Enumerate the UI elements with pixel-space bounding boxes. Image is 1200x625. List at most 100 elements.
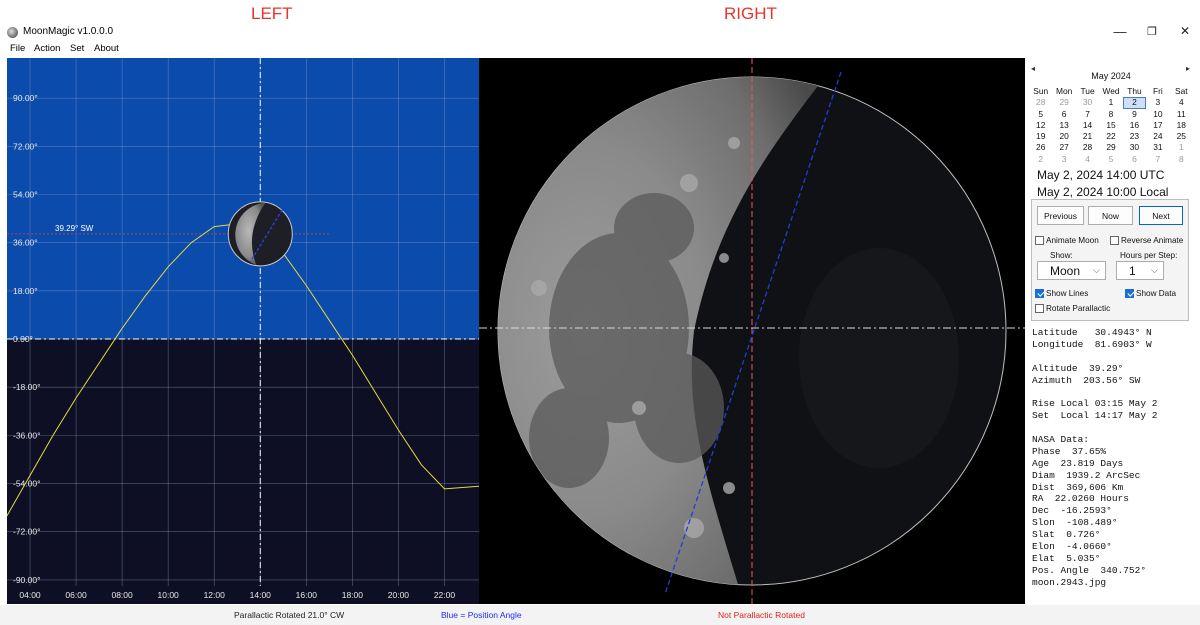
calendar-day[interactable]: 15 [1099,120,1122,131]
calendar-day[interactable]: 24 [1146,131,1169,142]
calendar-day[interactable]: 30 [1076,97,1099,108]
calendar-weekday-header: Sun [1033,86,1049,96]
datetime-local: May 2, 2024 10:00 Local [1037,185,1169,199]
calendar-day[interactable]: 3 [1146,97,1169,108]
calendar-day[interactable]: 10 [1146,109,1169,120]
calendar-day[interactable]: 25 [1170,131,1193,142]
calendar-day[interactable]: 7 [1076,109,1099,120]
moon-image [479,58,1025,604]
moon-view-panel [479,58,1025,604]
x-tick-label: 10:00 [158,590,180,600]
next-button[interactable]: Next [1139,206,1183,225]
lunar-dark-side-maria [799,248,959,468]
menu-set[interactable]: Set [70,43,84,54]
show-lines-checkbox[interactable]: Show Lines [1035,289,1088,298]
chevron-down-icon: ⌵ [1151,265,1158,275]
calendar-day[interactable]: 13 [1052,120,1075,131]
show-data-checkbox[interactable]: Show Data [1125,289,1176,298]
data-line: Azimuth 203.56° SW [1032,374,1141,386]
reverse-animate-checkbox[interactable]: Reverse Animate [1110,236,1183,245]
title-bar: MoonMagic v1.0.0.0 — ❐ ✕ [0,24,1200,41]
calendar-day[interactable]: 23 [1123,131,1146,142]
moon-thumbnail [227,201,293,267]
calendar-day[interactable]: 19 [1029,131,1052,142]
calendar-day[interactable]: 9 [1123,109,1146,120]
y-tick-label: 36.00° [13,238,38,248]
x-tick-label: 08:00 [111,590,133,600]
calendar-day-selected[interactable]: 2 [1122,97,1147,109]
below-horizon-area [7,339,479,604]
above-horizon-area [7,58,479,340]
calendar-weekday-header: Fri [1152,86,1163,96]
menu-file[interactable]: File [10,43,25,54]
hours-per-step-select[interactable]: 1 ⌵ [1116,261,1164,280]
y-tick-label: -54.00° [13,479,41,489]
calendar-day[interactable]: 6 [1123,154,1146,165]
calendar-day[interactable]: 4 [1076,154,1099,165]
calendar-day[interactable]: 29 [1052,97,1075,108]
calendar-day[interactable]: 28 [1029,97,1052,108]
calendar-day[interactable]: 1 [1099,97,1122,108]
calendar-day[interactable]: 31 [1146,142,1169,153]
previous-button[interactable]: Previous [1037,206,1084,225]
data-line: Pos. Angle 340.752° [1032,564,1147,576]
data-line [1032,422,1189,434]
y-tick-label: -90.00° [13,575,41,585]
restore-button[interactable]: ❐ [1142,25,1162,38]
data-line [1032,386,1189,398]
calendar-day[interactable]: 27 [1052,142,1075,153]
calendar-day[interactable]: 28 [1076,142,1099,153]
calendar-day[interactable]: 21 [1076,131,1099,142]
calendar-day[interactable]: 16 [1123,120,1146,131]
calendar-day[interactable]: 29 [1099,142,1122,153]
calendar-day[interactable]: 20 [1052,131,1075,142]
calendar-day[interactable]: 17 [1146,120,1169,131]
calendar-day[interactable]: 18 [1170,120,1193,131]
calendar-day[interactable]: 7 [1146,154,1169,165]
data-line: Altitude 39.29° [1032,362,1124,374]
calendar-grid: Sun Mon Tue Wed Thu Fri Sat 28 29 30 1 2 3 4 5 6 7 8 9 10 11… [1029,86,1193,165]
now-button[interactable]: Now [1088,206,1133,225]
animate-moon-checkbox[interactable]: Animate Moon [1035,236,1099,245]
calendar-day[interactable]: 30 [1123,142,1146,153]
calendar-day[interactable]: 8 [1170,154,1193,165]
calendar-day[interactable]: 6 [1052,109,1075,120]
moon-data-panel: Latitude 30.4943° N Longitude 81.6903° W A… [1031,325,1189,604]
calendar-day[interactable]: 8 [1099,109,1122,120]
calendar-day[interactable]: 4 [1170,97,1193,108]
hours-per-step-label: Hours per Step: [1120,251,1178,260]
show-select[interactable]: Moon ⌵ [1037,261,1106,280]
rotate-parallactic-checkbox[interactable]: Rotate Parallactic [1035,304,1110,313]
calendar-weekday-header: Mon [1055,86,1073,96]
calendar-day[interactable]: 22 [1099,131,1122,142]
data-line [1032,351,1189,363]
calendar-day[interactable]: 1 [1170,142,1193,153]
window-title: MoonMagic v1.0.0.0 [23,26,114,37]
data-line: NASA Data: [1032,434,1090,446]
calendar-day[interactable]: 3 [1052,154,1075,165]
checkbox-unchecked-icon [1035,304,1044,313]
status-parallactic-right: Not Parallactic Rotated [718,610,805,620]
calendar-day[interactable]: 5 [1099,154,1122,165]
x-tick-label: 20:00 [388,590,410,600]
calendar-day[interactable]: 5 [1029,109,1052,120]
calendar-month-title[interactable]: May 2024 [1029,71,1193,81]
data-line: Diam 1939.2 ArcSec [1032,469,1141,481]
calendar-weekday-header: Wed [1102,86,1120,96]
calendar: ◂ ▸ May 2024 Sun Mon Tue Wed Thu Fri Sat 28 29 30… [1029,62,1193,166]
calendar-day[interactable]: 14 [1076,120,1099,131]
calendar-day[interactable]: 12 [1029,120,1052,131]
minimize-button[interactable]: — [1110,24,1130,39]
moon-app-icon [7,27,18,38]
calendar-day[interactable]: 26 [1029,142,1052,153]
show-label: Show: [1050,251,1073,260]
close-button[interactable]: ✕ [1175,24,1195,38]
x-tick-label: 04:00 [19,590,41,600]
calendar-weekday-header: Thu [1127,86,1142,96]
calendar-day[interactable]: 2 [1029,154,1052,165]
calendar-day[interactable]: 11 [1170,109,1193,120]
menu-action[interactable]: Action [34,43,60,54]
menu-about[interactable]: About [94,43,119,54]
data-line: Slat 0.726° [1032,529,1101,541]
data-line: Age 23.819 Days [1032,457,1124,469]
